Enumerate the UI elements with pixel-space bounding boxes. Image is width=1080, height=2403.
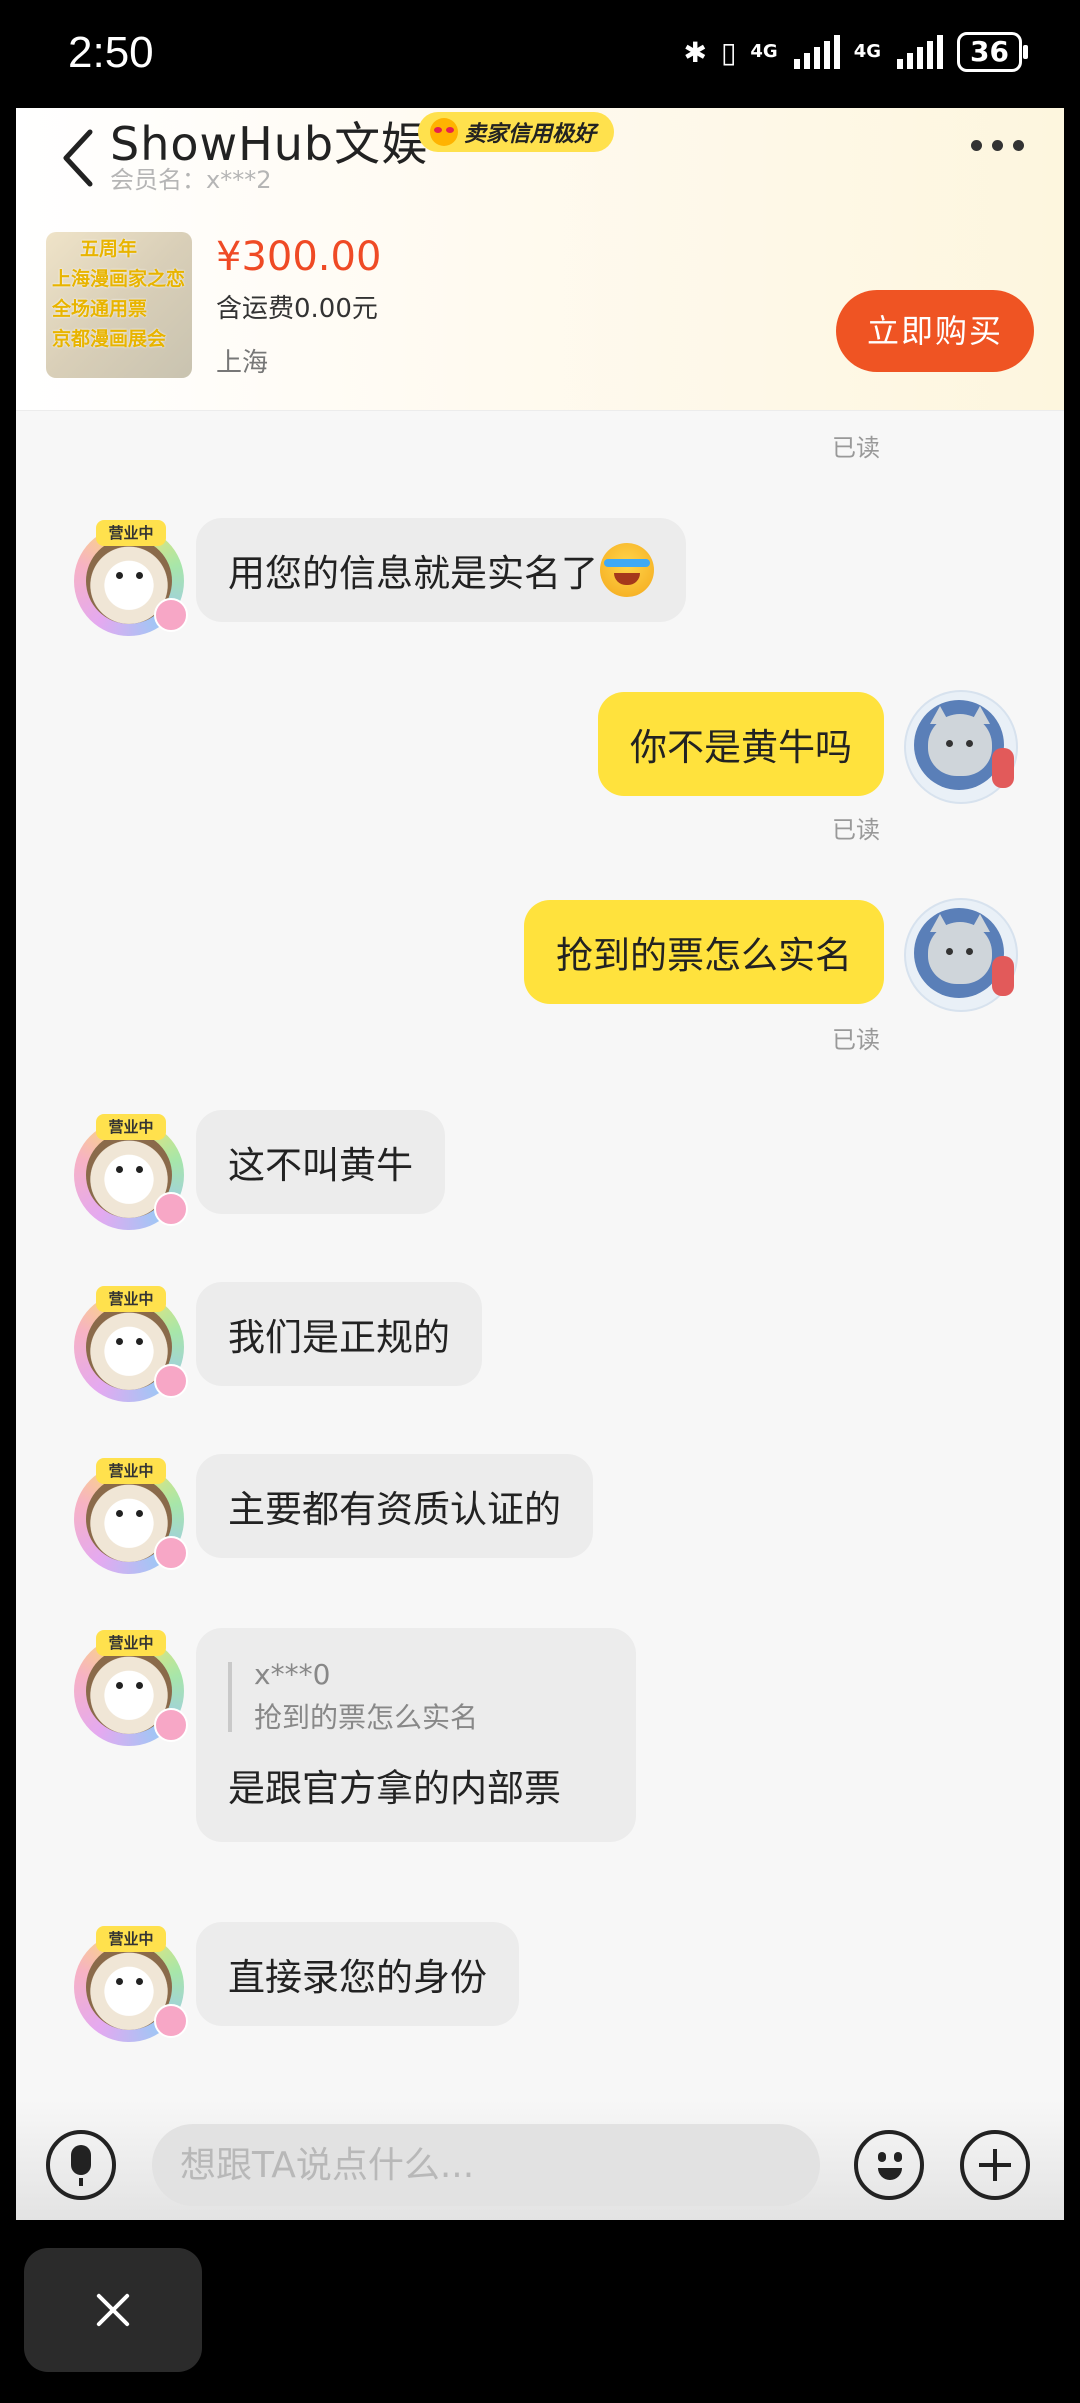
- seller-avatar[interactable]: 营业中: [74, 1630, 188, 1746]
- status-time: 2:50: [68, 28, 154, 77]
- message-bubble-incoming[interactable]: 直接录您的身份: [196, 1922, 519, 2026]
- battery-icon: 36: [957, 32, 1028, 72]
- credit-badge-label: 卖家信用极好: [464, 122, 597, 147]
- bottom-overlay: [0, 2220, 1080, 2403]
- vibrate-icon: ▯: [720, 35, 737, 69]
- read-receipt: 已读: [832, 816, 880, 844]
- message-input[interactable]: [152, 2124, 820, 2206]
- seller-avatar[interactable]: 营业中: [74, 1458, 188, 1574]
- message-text: 我们是正规的: [228, 1316, 450, 1359]
- product-image-text: 京都漫画展会: [52, 328, 167, 350]
- avatar-status-tag: 营业中: [96, 1630, 166, 1656]
- message-bubble-incoming[interactable]: 用您的信息就是实名了: [196, 518, 686, 622]
- avatar-status-tag: 营业中: [96, 1926, 166, 1952]
- member-name: 会员名：x***2: [110, 166, 272, 194]
- network-type-1: 4G: [750, 41, 778, 62]
- message-text: 抢到的票怎么实名: [556, 934, 852, 977]
- buy-now-button[interactable]: 立即购买: [836, 290, 1034, 372]
- read-receipt: 已读: [832, 434, 880, 462]
- heart-eyes-icon: [430, 118, 458, 146]
- chat-header: ShowHub文娱 卖家信用极好 会员名：x***2 五周年 上海漫画家之恋 全…: [16, 108, 1064, 411]
- back-icon[interactable]: [60, 126, 100, 190]
- status-bar: 2:50 ✱ ▯ 4G 4G 36: [0, 0, 1080, 108]
- seller-avatar[interactable]: 营业中: [74, 1926, 188, 2042]
- product-image-text: 上海漫画家之恋: [52, 268, 186, 290]
- user-avatar[interactable]: [904, 898, 1018, 1012]
- user-avatar[interactable]: [904, 690, 1018, 804]
- seller-avatar[interactable]: 营业中: [74, 1286, 188, 1402]
- avatar-status-tag: 营业中: [96, 520, 166, 546]
- avatar-status-tag: 营业中: [96, 1458, 166, 1484]
- message-bubble-incoming[interactable]: 我们是正规的: [196, 1282, 482, 1386]
- message-bubble-quoted-reply[interactable]: x***0 抢到的票怎么实名 是跟官方拿的内部票: [196, 1628, 636, 1842]
- message-text: 用您的信息就是实名了: [228, 552, 598, 595]
- chat-screen: ShowHub文娱 卖家信用极好 会员名：x***2 五周年 上海漫画家之恋 全…: [16, 108, 1064, 2220]
- product-location: 上海: [216, 348, 269, 378]
- message-text: 直接录您的身份: [228, 1956, 487, 1999]
- avatar-status-tag: 营业中: [96, 1114, 166, 1140]
- more-icon[interactable]: [971, 140, 1024, 151]
- avatar-status-tag: 营业中: [96, 1286, 166, 1312]
- product-image-text: 五周年: [80, 238, 138, 260]
- message-text: 你不是黄牛吗: [630, 726, 852, 769]
- message-bubble-outgoing[interactable]: 抢到的票怎么实名: [524, 900, 884, 1004]
- signal-icon-2: [897, 35, 944, 69]
- message-bubble-incoming[interactable]: 这不叫黄牛: [196, 1110, 445, 1214]
- quote-username: x***0: [254, 1658, 331, 1691]
- message-bubble-outgoing[interactable]: 你不是黄牛吗: [598, 692, 884, 796]
- emoji-icon[interactable]: [854, 2130, 924, 2200]
- input-bar: [16, 2100, 1064, 2220]
- shipping-fee: 含运费0.00元: [216, 294, 378, 324]
- credit-badge: 卖家信用极好: [418, 112, 615, 152]
- seller-avatar[interactable]: 营业中: [74, 520, 188, 636]
- read-receipt: 已读: [832, 1026, 880, 1054]
- product-thumbnail[interactable]: 五周年 上海漫画家之恋 全场通用票 京都漫画展会: [46, 232, 192, 378]
- bluetooth-icon: ✱: [683, 35, 707, 69]
- quote-text: 抢到的票怎么实名: [254, 1701, 479, 1734]
- plus-icon[interactable]: [960, 2130, 1030, 2200]
- seller-avatar[interactable]: 营业中: [74, 1114, 188, 1230]
- microphone-icon[interactable]: [46, 2130, 116, 2200]
- message-text: 主要都有资质认证的: [228, 1488, 561, 1531]
- signal-icon: [793, 35, 840, 69]
- quote-bar: [228, 1662, 232, 1732]
- message-bubble-incoming[interactable]: 主要都有资质认证的: [196, 1454, 593, 1558]
- product-image-text: 全场通用票: [52, 298, 148, 320]
- laughing-crying-emoji-icon: [600, 543, 654, 597]
- status-icons: ✱ ▯ 4G 4G 36: [683, 32, 1028, 72]
- close-button[interactable]: [24, 2248, 202, 2372]
- message-text: 这不叫黄牛: [228, 1144, 413, 1187]
- product-price: ¥300.00: [216, 234, 382, 280]
- network-type-2: 4G: [853, 41, 882, 62]
- message-text: 是跟官方拿的内部票: [228, 1767, 561, 1810]
